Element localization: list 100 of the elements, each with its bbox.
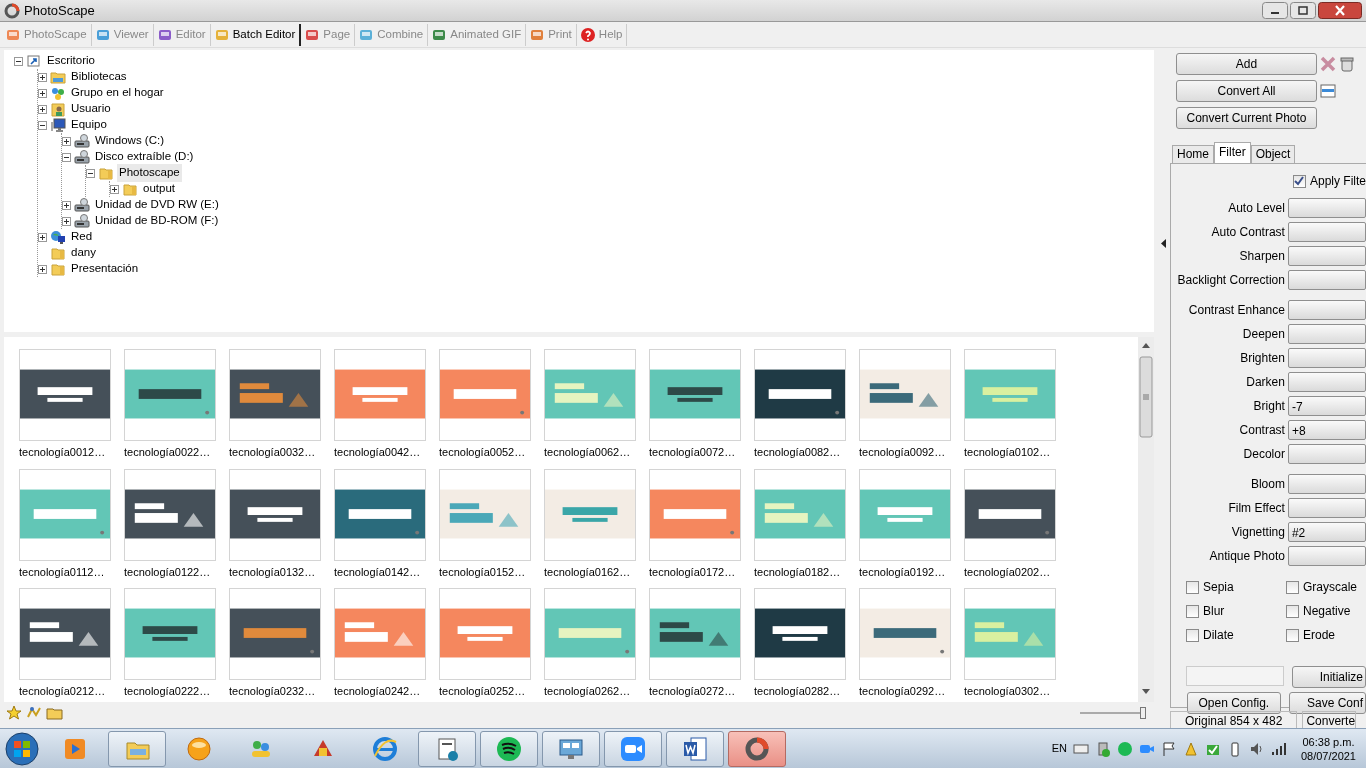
expand-icon[interactable] [62, 200, 71, 210]
panel-tab[interactable]: Filter [1214, 142, 1251, 163]
filter-dropdown[interactable] [1287, 498, 1366, 518]
filter-dropdown[interactable] [1287, 372, 1366, 392]
file-name: tecnología0182… [754, 564, 842, 580]
filter-dropdown[interactable] [1287, 222, 1366, 242]
delete-icon[interactable] [1320, 56, 1336, 72]
warning-icon[interactable] [1182, 740, 1199, 757]
taskbar-app[interactable] [728, 730, 786, 767]
close-button[interactable] [1318, 2, 1362, 19]
drive-icon [74, 133, 90, 149]
tree-item[interactable]: Bibliotecas [69, 68, 129, 86]
save-config-button[interactable]: Save Conf [1288, 692, 1366, 714]
tree-item[interactable]: Disco extraíble (D:) [93, 148, 196, 166]
file-name: tecnología0102… [964, 445, 1052, 460]
collapse-icon[interactable] [38, 120, 47, 130]
filter-dropdown[interactable]: #2 [1287, 522, 1366, 542]
tree-item[interactable]: Unidad de BD-ROM (F:) [93, 212, 221, 230]
collapse-icon[interactable] [14, 56, 23, 66]
start-button[interactable] [2, 729, 42, 768]
collapse-icon[interactable] [62, 152, 71, 162]
computer-icon [50, 117, 66, 133]
expand-icon[interactable] [110, 184, 119, 194]
taskbar-app[interactable] [480, 730, 538, 767]
tree-item[interactable]: output [141, 180, 177, 198]
signal-icon[interactable] [1270, 740, 1287, 757]
filter-dropdown[interactable] [1287, 444, 1366, 464]
tree-item[interactable]: Escritorio [45, 52, 97, 70]
filter-dropdown[interactable] [1287, 198, 1366, 218]
file-name: tecnología0052… [439, 445, 527, 460]
filter-dropdown[interactable]: -7 [1287, 396, 1366, 416]
action-button[interactable]: Convert All [1176, 80, 1317, 102]
module-tab[interactable]: Batch Editor [210, 23, 302, 46]
tree-item[interactable]: dany [69, 244, 98, 262]
list-icon[interactable] [1320, 83, 1336, 99]
filter-dropdown[interactable] [1287, 324, 1366, 344]
tree-item[interactable]: Presentación [69, 260, 141, 278]
folder-icon [50, 245, 66, 261]
checkbox[interactable] [1286, 628, 1299, 642]
filter-dropdown[interactable] [1287, 300, 1366, 320]
folder-icon [50, 101, 66, 117]
filter-label: Bright [1252, 398, 1286, 415]
filter-dropdown[interactable] [1287, 546, 1366, 566]
tree-item[interactable]: Unidad de DVD RW (E:) [93, 196, 221, 214]
checkbox[interactable] [1286, 580, 1299, 594]
preset-name-field[interactable] [1186, 666, 1284, 686]
tree-item[interactable]: Equipo [69, 116, 109, 134]
folder-icon[interactable] [46, 705, 64, 721]
tree-item[interactable]: Usuario [69, 100, 113, 118]
expand-icon[interactable] [38, 104, 47, 114]
filter-label: Contrast [1238, 422, 1286, 439]
collapse-arrow-icon[interactable] [1161, 238, 1167, 248]
folder-icon [98, 165, 114, 181]
vertical-scrollbar[interactable] [1138, 337, 1154, 702]
flag-icon[interactable] [1160, 740, 1177, 757]
action-button[interactable]: Add [1176, 53, 1317, 75]
filter-dropdown[interactable] [1287, 474, 1366, 494]
expand-icon[interactable] [38, 264, 47, 274]
spotify-icon[interactable] [1116, 740, 1133, 757]
orb-icon [186, 735, 212, 762]
tree-item[interactable]: Red [69, 228, 95, 246]
tree-item[interactable]: Grupo en el hogar [69, 84, 166, 102]
language-indicator[interactable]: EN [1051, 740, 1067, 757]
panel-tab[interactable]: Object [1250, 145, 1296, 163]
expand-icon[interactable] [62, 216, 71, 226]
restore-button[interactable] [1290, 2, 1316, 19]
open-config-button[interactable]: Open Config. [1187, 692, 1281, 714]
checkbox-label: Blur [1203, 603, 1225, 620]
initialize-button[interactable]: Initialize [1292, 666, 1366, 688]
clock-date[interactable]: 08/07/2021 [1300, 748, 1356, 763]
minimize-button[interactable] [1262, 2, 1288, 19]
filter-dropdown[interactable] [1287, 348, 1366, 368]
checkbox[interactable] [1286, 604, 1299, 618]
checkbox[interactable] [1186, 580, 1199, 594]
action-button[interactable]: Convert Current Photo [1176, 107, 1317, 129]
star-icon[interactable] [6, 705, 22, 721]
clock-time[interactable]: 06:38 p.m. [1300, 734, 1356, 749]
expand-icon[interactable] [38, 88, 47, 98]
expand-icon[interactable] [62, 136, 71, 146]
file-name: tecnología0042… [334, 445, 422, 460]
filter-label: Contrast Enhance [1187, 302, 1286, 319]
trash-icon[interactable] [1339, 56, 1355, 72]
checkbox[interactable] [1292, 174, 1306, 188]
collapse-icon[interactable] [86, 168, 95, 178]
expand-icon[interactable] [38, 232, 47, 242]
slider-thumb[interactable] [1140, 707, 1146, 719]
file-name: tecnología0132… [229, 564, 317, 580]
filter-dropdown[interactable] [1287, 246, 1366, 266]
checkbox[interactable] [1186, 628, 1199, 642]
filter-dropdown[interactable]: +8 [1287, 420, 1366, 440]
file-name: tecnología0072… [649, 445, 737, 460]
tree-item[interactable]: Windows (C:) [93, 132, 166, 150]
tree-item[interactable]: Photoscape [117, 164, 182, 182]
taskbar-app[interactable] [666, 730, 724, 767]
expand-icon[interactable] [38, 72, 47, 82]
app-logo-icon [4, 3, 20, 20]
spotify-icon [496, 735, 522, 762]
checkbox[interactable] [1186, 604, 1199, 618]
filter-dropdown[interactable] [1287, 270, 1366, 290]
panel-tab[interactable]: Home [1172, 145, 1214, 163]
